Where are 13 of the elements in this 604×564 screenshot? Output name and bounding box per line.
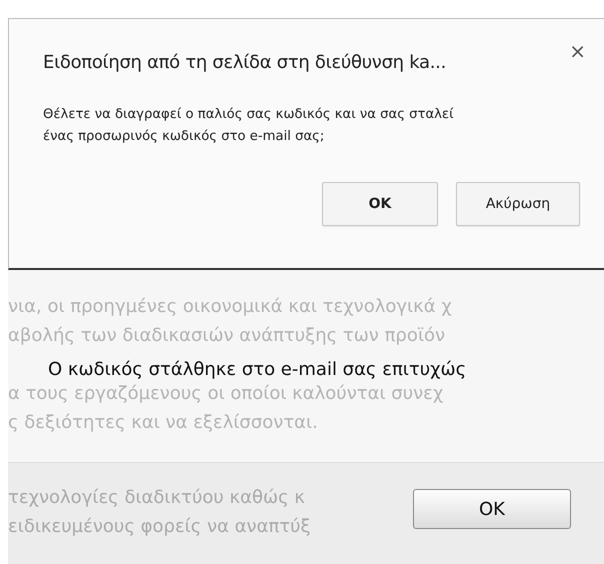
- ok-button[interactable]: OK: [413, 489, 571, 529]
- background-text: τεχνολογίες διαδικτύου καθώς κ: [8, 486, 305, 510]
- notice-message: Ο κωδικός στάλθηκε στο e-mail σας επιτυχώς: [48, 358, 466, 382]
- background-text: αβολής των διαδικασιών ανάπτυξης των προϊόν: [8, 324, 446, 348]
- background-text: νια, οι προηγμένες οικονομικά και τεχνολογικά χ: [8, 295, 452, 319]
- background-text: ς δεξιότητες και να εξελίσσονται.: [8, 411, 318, 435]
- dialog-message: Θέλετε να διαγραφεί ο παλιός σας κωδικός και να σας σταλεί ένας προσωρινός κωδικός στο e-mail σας;: [42, 106, 455, 146]
- close-button[interactable]: ×: [565, 41, 590, 61]
- dialog-title: Ειδοποίηση από τη σελίδα στη διεύθυνση ka...: [43, 51, 446, 75]
- ok-button[interactable]: OK: [322, 182, 438, 226]
- background-text: ειδικευμένους φορείς να αναπτύξ: [8, 515, 311, 539]
- cancel-button[interactable]: Ακύρωση: [456, 182, 580, 226]
- background-text: α τους εργαζόμενους οι οποίοι καλούνται συνεχ: [8, 382, 444, 406]
